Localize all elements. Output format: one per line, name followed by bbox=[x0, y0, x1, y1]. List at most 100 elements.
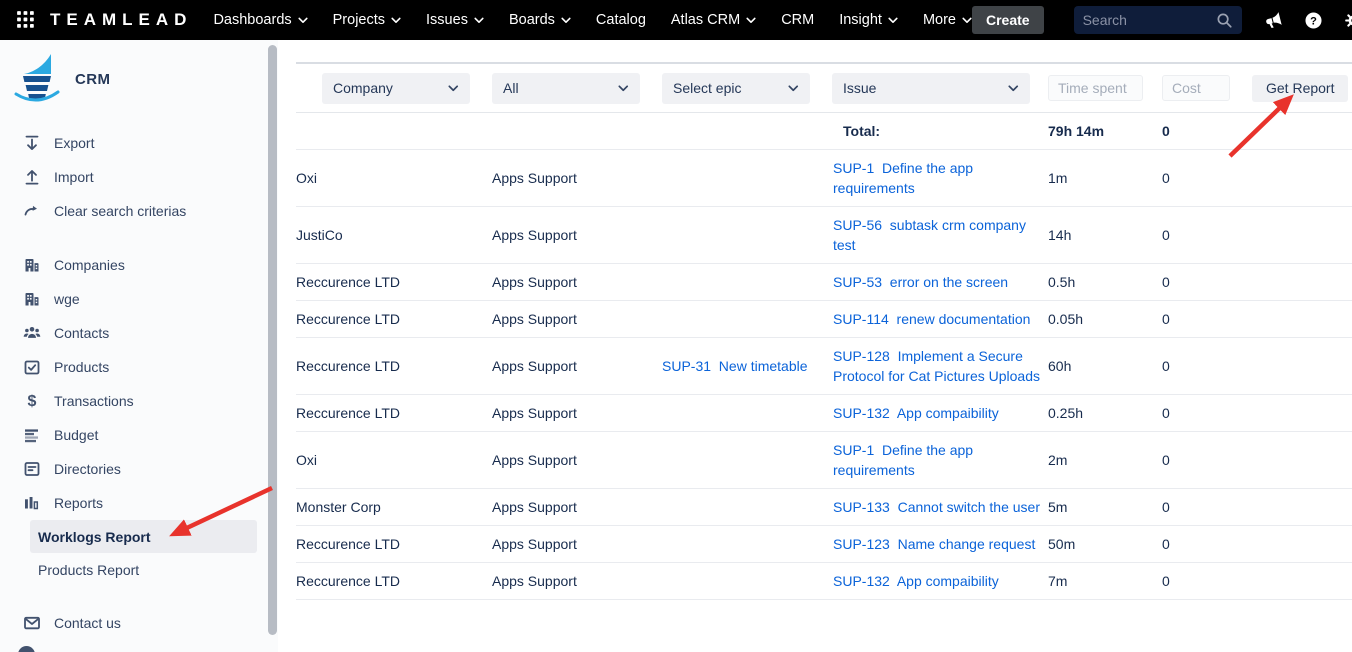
transactions-icon: $ bbox=[22, 391, 42, 411]
project-cell: Apps Support bbox=[492, 264, 662, 301]
issue-cell: SUP-132 App compaibility bbox=[833, 395, 1048, 432]
import-icon bbox=[22, 167, 42, 187]
issue-link[interactable]: SUP-114 renew documentation bbox=[833, 311, 1030, 327]
brand-wordmark[interactable]: TEAMLEAD bbox=[50, 10, 192, 30]
chevron-down-icon bbox=[391, 17, 401, 24]
issue-cell: SUP-133 Cannot switch the user bbox=[833, 489, 1048, 526]
issue-link[interactable]: SUP-123 Name change request bbox=[833, 536, 1035, 552]
crm-logo-label: CRM bbox=[75, 71, 110, 88]
nav-item-insight[interactable]: Insight bbox=[839, 12, 898, 28]
navbar-icon-group: ? bbox=[1264, 11, 1352, 30]
search-icon[interactable] bbox=[1216, 12, 1233, 29]
chevron-down-icon bbox=[298, 17, 308, 24]
epic-link[interactable]: SUP-31 New timetable bbox=[662, 358, 808, 374]
cost-cell: 0 bbox=[1162, 301, 1262, 338]
project-cell: Apps Support bbox=[492, 150, 662, 207]
help-icon[interactable]: ? bbox=[1304, 11, 1323, 30]
epic-cell bbox=[662, 264, 833, 301]
sidebar-item-companies[interactable]: Companies bbox=[0, 248, 278, 282]
sidebar-item-contact-us[interactable]: Contact us bbox=[0, 606, 278, 640]
sidebar-item-directories[interactable]: Directories bbox=[0, 452, 278, 486]
total-time-spent: 79h 14m bbox=[1048, 113, 1162, 150]
nav-item-label: Dashboards bbox=[213, 12, 291, 28]
epic-cell bbox=[662, 432, 833, 489]
table-row: Oxi Apps Support SUP-1 Define the app re… bbox=[296, 150, 1352, 207]
get-report-button[interactable]: Get Report bbox=[1252, 75, 1348, 102]
svg-text:?: ? bbox=[1310, 15, 1317, 27]
issue-link[interactable]: SUP-1 Define the app requirements bbox=[833, 160, 977, 196]
nav-item-issues[interactable]: Issues bbox=[426, 12, 484, 28]
global-search[interactable] bbox=[1074, 6, 1242, 34]
sidebar-scrollbar[interactable] bbox=[268, 45, 277, 635]
sidebar-item-label: Directories bbox=[54, 461, 121, 477]
company-cell: Monster Corp bbox=[296, 489, 492, 526]
issue-link[interactable]: SUP-53 error on the screen bbox=[833, 274, 1008, 290]
issue-filter-select[interactable]: Issue bbox=[832, 73, 1030, 104]
chevron-down-icon bbox=[474, 17, 484, 24]
company-cell: Reccurence LTD bbox=[296, 526, 492, 563]
project-filter-select[interactable]: All bbox=[492, 73, 640, 104]
sidebar-item-label: Import bbox=[54, 169, 94, 185]
nav-item-label: Catalog bbox=[596, 12, 646, 28]
nav-item-crm[interactable]: CRM bbox=[781, 12, 814, 28]
cost-cell: 0 bbox=[1162, 395, 1262, 432]
time-spent-cell: 14h bbox=[1048, 207, 1162, 264]
worklogs-table: Total: 79h 14m 0 Oxi Apps Support SUP-1 … bbox=[296, 113, 1352, 600]
sidebar-item-worklogs-report[interactable]: Worklogs Report bbox=[30, 520, 257, 553]
cost-cell: 0 bbox=[1162, 338, 1262, 395]
sidebar-item-label: Reports bbox=[54, 495, 103, 511]
sidebar-item-wge[interactable]: wge bbox=[0, 282, 278, 316]
time-spent-cell: 60h bbox=[1048, 338, 1162, 395]
sidebar-item-contacts[interactable]: Contacts bbox=[0, 316, 278, 350]
nav-item-catalog[interactable]: Catalog bbox=[596, 12, 646, 28]
settings-gear-icon[interactable] bbox=[1344, 11, 1352, 30]
time-spent-input[interactable] bbox=[1048, 75, 1143, 101]
sidebar-item-products-report[interactable]: Products Report bbox=[30, 553, 257, 586]
table-row: Monster Corp Apps Support SUP-133 Cannot… bbox=[296, 489, 1352, 526]
issue-link[interactable]: SUP-128 Implement a Secure Protocol for … bbox=[833, 348, 1040, 384]
top-navbar: TEAMLEAD Dashboards Projects Issues Boar… bbox=[0, 0, 1352, 40]
help-circle-icon[interactable] bbox=[18, 646, 35, 652]
issue-link[interactable]: SUP-132 App compaibility bbox=[833, 573, 999, 589]
issue-link[interactable]: SUP-56 subtask crm company test bbox=[833, 217, 1030, 253]
sidebar-item-clear-search-criterias[interactable]: Clear search criterias bbox=[0, 194, 278, 228]
sidebar-item-reports[interactable]: Reports bbox=[0, 486, 278, 520]
company-cell: Reccurence LTD bbox=[296, 395, 492, 432]
epic-filter-select[interactable]: Select epic bbox=[662, 73, 810, 104]
sidebar-item-export[interactable]: Export bbox=[0, 126, 278, 160]
table-row: Reccurence LTD Apps Support SUP-132 App … bbox=[296, 563, 1352, 600]
company-cell: Oxi bbox=[296, 432, 492, 489]
epic-filter-value: Select epic bbox=[673, 80, 741, 96]
sidebar-item-transactions[interactable]: $ Transactions bbox=[0, 384, 278, 418]
sidebar-item-budget[interactable]: Budget bbox=[0, 418, 278, 452]
export-icon bbox=[22, 133, 42, 153]
chevron-down-icon bbox=[1008, 85, 1019, 92]
issue-link[interactable]: SUP-132 App compaibility bbox=[833, 405, 999, 421]
nav-item-atlas-crm[interactable]: Atlas CRM bbox=[671, 12, 756, 28]
company-cell: Reccurence LTD bbox=[296, 301, 492, 338]
company-filter-value: Company bbox=[333, 80, 393, 96]
epic-cell bbox=[662, 563, 833, 600]
nav-item-more[interactable]: More bbox=[923, 12, 972, 28]
cost-input[interactable] bbox=[1162, 75, 1230, 101]
nav-item-boards[interactable]: Boards bbox=[509, 12, 571, 28]
sidebar-item-products[interactable]: Products bbox=[0, 350, 278, 384]
app-switcher-icon[interactable] bbox=[16, 10, 36, 30]
nav-item-projects[interactable]: Projects bbox=[333, 12, 401, 28]
issue-link[interactable]: SUP-1 Define the app requirements bbox=[833, 442, 977, 478]
search-input[interactable] bbox=[1083, 12, 1216, 28]
issue-cell: SUP-132 App compaibility bbox=[833, 563, 1048, 600]
company-filter-select[interactable]: Company bbox=[322, 73, 470, 104]
time-spent-cell: 0.05h bbox=[1048, 301, 1162, 338]
crm-sidebar: CRM Export Import Clear search criterias… bbox=[0, 40, 278, 652]
crm-logo: CRM bbox=[0, 40, 278, 126]
create-button[interactable]: Create bbox=[972, 6, 1044, 34]
sidebar-item-label: Worklogs Report bbox=[38, 529, 151, 545]
sidebar-item-import[interactable]: Import bbox=[0, 160, 278, 194]
project-cell: Apps Support bbox=[492, 526, 662, 563]
nav-item-label: Boards bbox=[509, 12, 555, 28]
issue-link[interactable]: SUP-133 Cannot switch the user bbox=[833, 499, 1040, 515]
table-row: Reccurence LTD Apps Support SUP-114 rene… bbox=[296, 301, 1352, 338]
announcement-icon[interactable] bbox=[1264, 11, 1283, 30]
nav-item-dashboards[interactable]: Dashboards bbox=[213, 12, 307, 28]
